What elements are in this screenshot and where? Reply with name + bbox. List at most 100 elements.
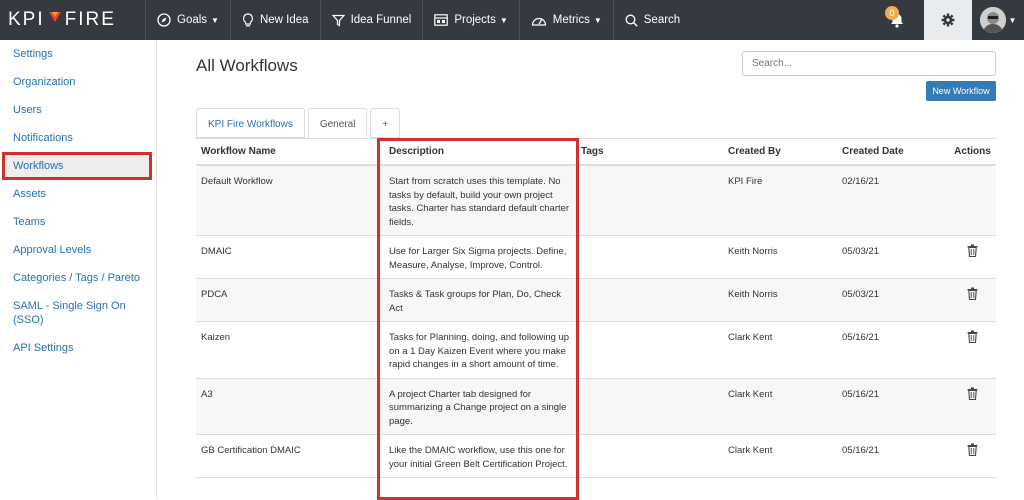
workflow-name[interactable]: GB Certification DMAIC [196, 434, 384, 478]
logo-text-right: FIRE [64, 9, 116, 30]
workflow-tags [576, 434, 723, 478]
add-tab-button[interactable]: + [370, 108, 401, 138]
workflow-tags [576, 378, 723, 435]
avatar [979, 7, 1006, 33]
sidebar-item-saml[interactable]: SAML - Single Sign On (SSO) [0, 292, 156, 334]
trash-icon[interactable] [967, 330, 978, 348]
sidebar-item-categories[interactable]: Categories / Tags / Pareto [0, 264, 156, 292]
notification-badge: 0 [885, 6, 899, 20]
table-row[interactable]: Kaizen Tasks for Planning, doing, and fo… [196, 321, 996, 379]
col-header-name[interactable]: Workflow Name [196, 138, 384, 166]
chevron-down-icon: ▼ [211, 15, 219, 25]
workflow-description: Tasks for Planning, doing, and following… [384, 321, 576, 379]
nav-idea-funnel-label: Idea Funnel [350, 14, 412, 26]
workflow-created-by: Clark Kent [723, 434, 837, 478]
tab-general[interactable]: General [307, 108, 368, 138]
col-header-created-date[interactable]: Created Date [837, 138, 949, 166]
col-header-description[interactable]: Description [384, 138, 576, 166]
sidebar-item-notifications[interactable]: Notifications [0, 124, 156, 152]
workflow-created-by: Keith Norris [723, 278, 837, 322]
sidebar-item-settings[interactable]: Settings [0, 40, 156, 68]
trash-icon[interactable] [967, 443, 978, 461]
nav-projects-label: Projects [454, 14, 496, 26]
workflow-description: Use for Larger Six Sigma projects. Defin… [384, 235, 576, 279]
workflow-description: Start from scratch uses this template. N… [384, 165, 576, 236]
workflow-created-date: 05/16/21 [837, 378, 949, 435]
table-row[interactable]: PDCA Tasks & Task groups for Plan, Do, C… [196, 278, 996, 322]
sidebar-item-teams[interactable]: Teams [0, 208, 156, 236]
projects-icon [434, 14, 449, 26]
workflow-actions [949, 278, 996, 322]
sidebar-item-users[interactable]: Users [0, 96, 156, 124]
page-title: All Workflows [196, 56, 298, 75]
workflow-created-date: 02/16/21 [837, 165, 949, 236]
workflow-description: Like the DMAIC workflow, use this one fo… [384, 434, 576, 478]
col-header-actions: Actions [949, 138, 996, 166]
notifications-button[interactable]: 0 [874, 0, 920, 40]
workflow-tabs: KPI Fire Workflows General + [196, 108, 403, 138]
logo-text-left: KPI [8, 9, 45, 30]
table-row[interactable]: Default Workflow Start from scratch uses… [196, 165, 996, 236]
workflow-created-by: Clark Kent [723, 321, 837, 379]
trash-icon[interactable] [967, 244, 978, 262]
nav-metrics[interactable]: Metrics ▼ [518, 0, 613, 40]
table-row[interactable]: A3 A project Charter tab designed for su… [196, 378, 996, 435]
workflow-created-date: 05/16/21 [837, 434, 949, 478]
sidebar-item-assets[interactable]: Assets [0, 180, 156, 208]
workflow-created-by: Clark Kent [723, 378, 837, 435]
workflows-table: Workflow Name Description Tags Created B… [196, 138, 996, 478]
workflow-name[interactable]: DMAIC [196, 235, 384, 279]
workflow-name[interactable]: A3 [196, 378, 384, 435]
workflow-created-date: 05/16/21 [837, 321, 949, 379]
workflow-name[interactable]: Kaizen [196, 321, 384, 379]
nav-idea-funnel[interactable]: Idea Funnel [319, 0, 423, 40]
workflow-actions [949, 434, 996, 478]
workflow-tags [576, 235, 723, 279]
workflow-actions [949, 378, 996, 435]
sidebar-item-organization[interactable]: Organization [0, 68, 156, 96]
sidebar-item-api-settings[interactable]: API Settings [0, 334, 156, 362]
col-header-tags[interactable]: Tags [576, 138, 723, 166]
search-icon [625, 14, 638, 27]
workflow-name[interactable]: PDCA [196, 278, 384, 322]
col-header-created-by[interactable]: Created By [723, 138, 837, 166]
sidebar-item-workflows[interactable]: Workflows [2, 152, 152, 180]
nav-projects[interactable]: Projects ▼ [422, 0, 518, 40]
table-row[interactable]: GB Certification DMAIC Like the DMAIC wo… [196, 434, 996, 478]
nav-new-idea-label: New Idea [259, 14, 309, 26]
dashboard-icon [531, 17, 546, 26]
workflow-tags [576, 165, 723, 236]
nav-search[interactable]: Search [612, 0, 691, 40]
workflow-created-date: 05/03/21 [837, 235, 949, 279]
workflow-actions [949, 165, 996, 236]
settings-button[interactable] [924, 0, 972, 40]
trash-icon[interactable] [967, 287, 978, 305]
sidebar-item-approval-levels[interactable]: Approval Levels [0, 236, 156, 264]
gear-icon [941, 13, 955, 27]
table-header-row: Workflow Name Description Tags Created B… [196, 138, 996, 166]
top-nav: KPI FIRE Goals ▼ New Idea Idea Funnel Pr… [0, 0, 1024, 40]
flame-icon [47, 9, 63, 31]
workflow-created-by: Keith Norris [723, 235, 837, 279]
table-row[interactable]: DMAIC Use for Larger Six Sigma projects.… [196, 235, 996, 279]
kpifire-logo[interactable]: KPI FIRE [0, 0, 145, 40]
nav-search-label: Search [643, 14, 681, 26]
workflow-description: Tasks & Task groups for Plan, Do, Check … [384, 278, 576, 322]
new-workflow-button[interactable]: New Workflow [926, 81, 996, 101]
nav-goals[interactable]: Goals ▼ [145, 0, 230, 40]
workflow-created-date: 05/03/21 [837, 278, 949, 322]
search-input[interactable] [742, 51, 996, 76]
trash-icon[interactable] [967, 387, 978, 405]
workflow-tags [576, 278, 723, 322]
workflow-description: A project Charter tab designed for summa… [384, 378, 576, 435]
nav-new-idea[interactable]: New Idea [229, 0, 320, 40]
workflow-name[interactable]: Default Workflow [196, 165, 384, 236]
workflow-created-by: KPI Fire [723, 165, 837, 236]
lightbulb-icon [242, 13, 253, 27]
tab-kpi-fire-workflows[interactable]: KPI Fire Workflows [196, 108, 305, 138]
chevron-down-icon: ▼ [499, 15, 508, 25]
chevron-down-icon: ▼ [593, 15, 602, 25]
nav-goals-label: Goals [177, 14, 208, 26]
user-menu[interactable]: ▼ [972, 0, 1024, 40]
